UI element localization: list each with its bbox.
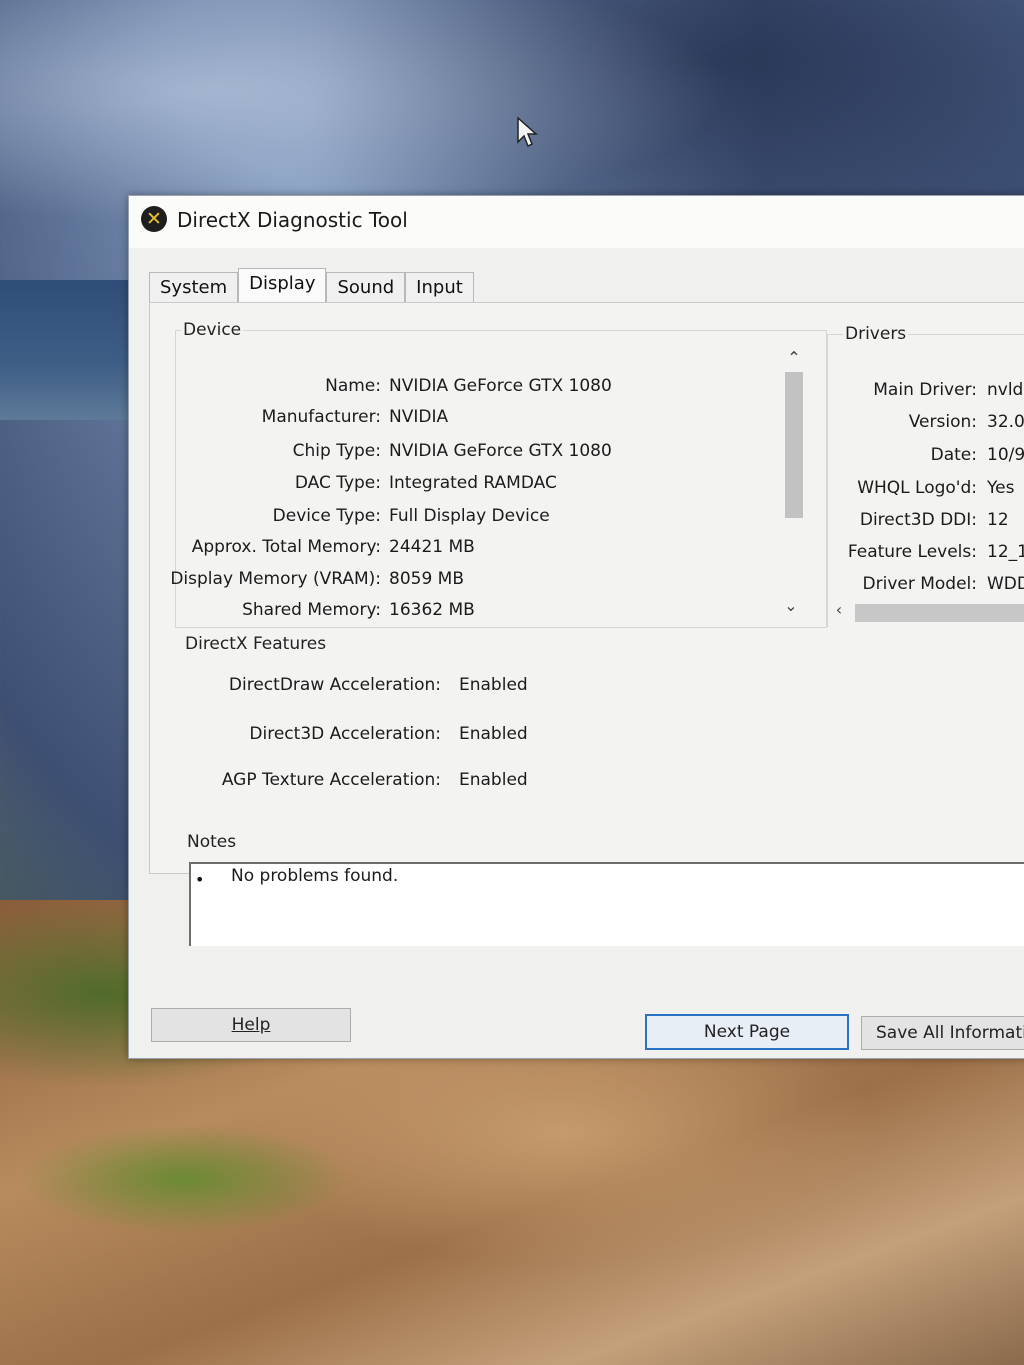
notes-bullet: • [195, 870, 205, 889]
dxdiag-window: ✕ DirectX Diagnostic Tool System Display… [128, 195, 1024, 1059]
device-value: Full Display Device [389, 506, 550, 526]
drivers-horizontal-scrollbar[interactable]: ‹ [829, 600, 1024, 624]
tab-sound[interactable]: Sound [326, 272, 406, 303]
feature-value: Enabled [459, 675, 528, 695]
driver-value: 32.0 [987, 412, 1024, 432]
driver-value: 12 [987, 510, 1009, 530]
device-label: DAC Type: [294, 473, 381, 493]
device-label: Chip Type: [292, 441, 381, 461]
device-value: 8059 MB [389, 569, 464, 589]
notes-textbox[interactable]: • No problems found. [189, 862, 1024, 946]
window-title: DirectX Diagnostic Tool [177, 208, 408, 232]
driver-value: 10/9, [987, 445, 1024, 465]
chevron-down-icon[interactable]: ⌄ [781, 596, 801, 615]
scrollbar-thumb[interactable] [785, 372, 803, 518]
scrollbar-thumb[interactable] [855, 604, 1024, 622]
driver-value: 12_1, [987, 542, 1024, 562]
feature-value: Enabled [459, 724, 528, 744]
device-value: NVIDIA [389, 407, 449, 427]
device-label: Device Type: [272, 506, 381, 526]
next-page-button-label: Next Page [703, 1022, 791, 1042]
tab-strip: System Display Sound Input [149, 268, 474, 303]
drivers-group-label: Drivers [843, 324, 909, 344]
mouse-pointer-icon [517, 116, 538, 148]
driver-value: WDDI [987, 574, 1024, 594]
device-group-label: Device [181, 320, 244, 340]
driver-label: Driver Model: [862, 574, 977, 594]
title-bar[interactable]: ✕ DirectX Diagnostic Tool [129, 196, 1024, 248]
device-vertical-scrollbar[interactable]: ⌃ ⌄ [781, 346, 807, 628]
driver-label: Feature Levels: [847, 542, 977, 562]
device-value: NVIDIA GeForce GTX 1080 [389, 376, 612, 396]
driver-label: Direct3D DDI: [859, 510, 977, 530]
feature-label: AGP Texture Acceleration: [221, 770, 441, 790]
help-button-label: Help [231, 1015, 271, 1035]
tab-input[interactable]: Input [405, 272, 474, 303]
chevron-left-icon[interactable]: ‹ [829, 600, 849, 619]
device-value: NVIDIA GeForce GTX 1080 [389, 441, 612, 461]
driver-label: Main Driver: [873, 380, 977, 400]
feature-label: Direct3D Acceleration: [249, 724, 441, 744]
tab-system[interactable]: System [149, 272, 239, 303]
save-all-information-button[interactable]: Save All Information [861, 1016, 1024, 1050]
device-label: Name: [325, 376, 381, 396]
feature-value: Enabled [459, 770, 528, 790]
device-label: Manufacturer: [261, 407, 381, 427]
directx-icon: ✕ [141, 206, 167, 232]
save-all-button-label: Save All Information [876, 1023, 1024, 1043]
features-group-label: DirectX Features [183, 634, 329, 654]
tab-display[interactable]: Display [238, 268, 327, 303]
next-page-button[interactable]: Next Page [645, 1014, 849, 1050]
help-button[interactable]: Help [151, 1008, 351, 1042]
driver-label: Version: [908, 412, 977, 432]
device-label: Approx. Total Memory: [191, 537, 381, 557]
device-value: 16362 MB [389, 600, 475, 620]
driver-label: WHQL Logo'd: [857, 478, 977, 498]
device-label: Display Memory (VRAM): [170, 569, 381, 589]
device-value: 24421 MB [389, 537, 475, 557]
device-label: Shared Memory: [242, 600, 381, 620]
driver-value: nvldu [987, 380, 1024, 400]
device-value: Integrated RAMDAC [389, 473, 557, 493]
driver-label: Date: [930, 445, 977, 465]
notes-label: Notes [185, 832, 239, 852]
notes-text: No problems found. [231, 866, 399, 886]
feature-label: DirectDraw Acceleration: [228, 675, 441, 695]
desktop-wallpaper-mountain [0, 280, 140, 420]
chevron-up-icon[interactable]: ⌃ [784, 348, 804, 367]
driver-value: Yes [987, 478, 1015, 498]
